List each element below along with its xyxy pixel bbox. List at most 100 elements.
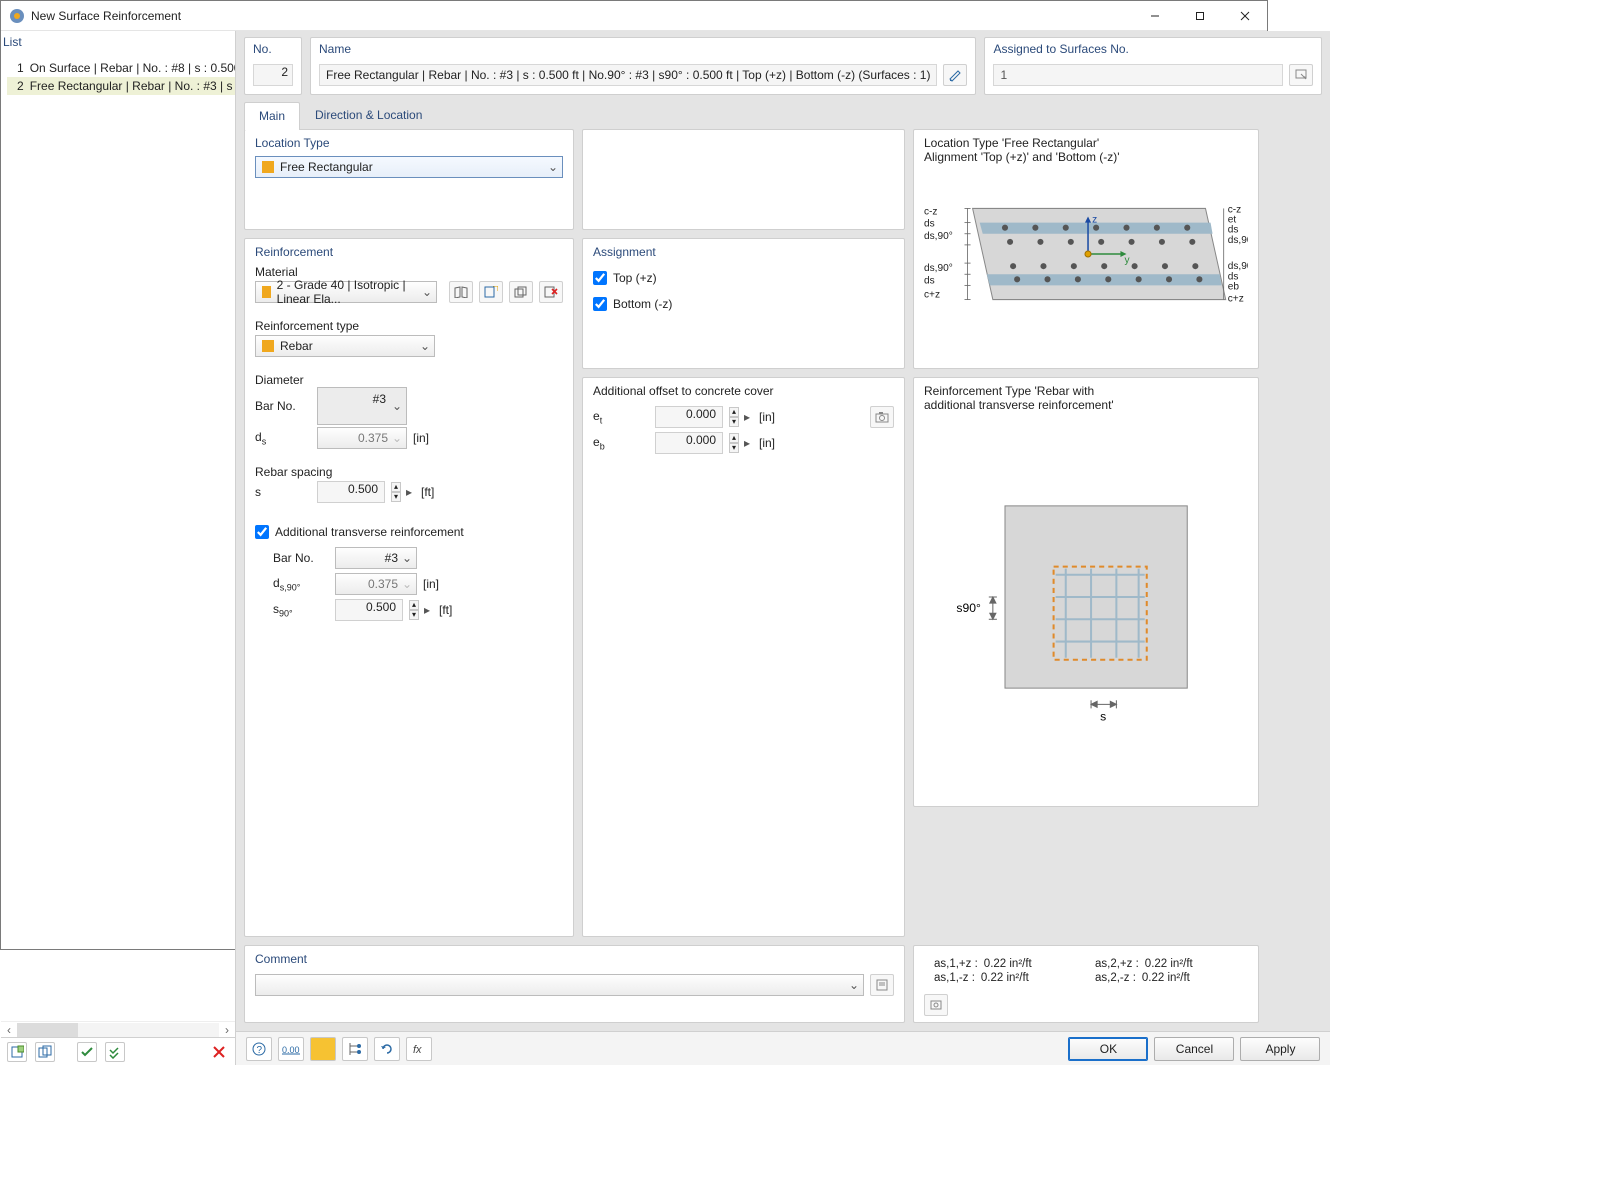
footer-tool-1[interactable]: ? — [246, 1037, 272, 1061]
ok-button[interactable]: OK — [1068, 1037, 1148, 1061]
app-icon — [9, 8, 25, 24]
pick-surface-icon — [1294, 68, 1308, 82]
material-remove-button[interactable] — [539, 281, 563, 303]
maximize-button[interactable] — [1177, 1, 1222, 31]
chevron-down-icon: ⌄ — [392, 399, 402, 413]
bottom-z-checkbox[interactable]: Bottom (-z) — [593, 291, 894, 317]
chevron-down-icon: ⌄ — [422, 285, 432, 299]
edit-pencil-icon — [948, 68, 962, 82]
spinner-s[interactable]: ▴▾▸ — [391, 481, 415, 503]
svg-text:c-z: c-z — [924, 207, 937, 218]
top-z-checkbox[interactable]: Top (+z) — [593, 265, 894, 291]
eb-input[interactable]: 0.000 — [655, 432, 723, 454]
reinforcement-title: Reinforcement — [255, 245, 563, 259]
footer-tool-5[interactable] — [374, 1037, 400, 1061]
svg-text:ds,90°: ds,90° — [1228, 235, 1248, 246]
svg-text:?: ? — [257, 1045, 263, 1056]
play-icon[interactable]: ▸ — [403, 481, 415, 503]
check-a-button[interactable] — [77, 1042, 97, 1062]
list-horizontal-scrollbar[interactable]: ‹› — [1, 1021, 235, 1037]
no-field[interactable]: 2 — [253, 64, 293, 86]
play-icon[interactable]: ▸ — [741, 406, 753, 428]
footer-tool-4[interactable] — [342, 1037, 368, 1061]
tree-icon — [347, 1041, 363, 1057]
footer-tool-6[interactable]: fx — [406, 1037, 432, 1061]
ds-value: 0.375 ⌄ — [317, 427, 407, 449]
cancel-button[interactable]: Cancel — [1154, 1037, 1234, 1061]
chevron-down-icon: ⌄ — [420, 339, 430, 353]
material-library-button[interactable] — [449, 281, 473, 303]
transverse-checkbox[interactable]: Additional transverse reinforcement — [255, 525, 464, 539]
footer-tool-2[interactable]: 0.00 — [278, 1037, 304, 1061]
svg-text:s90°: s90° — [956, 601, 981, 615]
duplicate-item-button[interactable] — [35, 1042, 55, 1062]
t-bar-no-combo[interactable]: #3 ⌄ — [335, 547, 417, 569]
comment-library-button[interactable] — [870, 974, 894, 996]
location-type-title: Location Type — [255, 136, 563, 150]
apply-button[interactable]: Apply — [1240, 1037, 1320, 1061]
window-title: New Surface Reinforcement — [31, 9, 181, 23]
swatch-icon — [316, 1042, 330, 1056]
list-item[interactable]: 2 Free Rectangular | Rebar | No. : #3 | … — [7, 77, 235, 95]
name-field[interactable]: Free Rectangular | Rebar | No. : #3 | s … — [319, 64, 937, 86]
spinner-t-s[interactable]: ▴▾▸ — [409, 599, 433, 621]
screenshot-button[interactable] — [870, 406, 894, 428]
pick-surface-button[interactable] — [1289, 64, 1313, 86]
bar-no-combo[interactable]: #3 ⌄ — [317, 387, 407, 425]
play-icon[interactable]: ▸ — [421, 599, 433, 621]
t-s-input[interactable]: 0.500 — [335, 599, 403, 621]
units-icon: 0.00 — [281, 1042, 301, 1056]
delete-item-button[interactable] — [209, 1042, 229, 1062]
spinner-et[interactable]: ▴▾▸ — [729, 406, 753, 428]
copy-results-button[interactable] — [924, 994, 948, 1016]
location-type-combo[interactable]: Free Rectangular ⌄ — [255, 156, 563, 178]
assignment-section: Assignment Top (+z) Bottom (-z) — [582, 238, 905, 369]
check-b-button[interactable] — [105, 1042, 125, 1062]
footer: ? 0.00 fx OK Cancel Apply — [236, 1031, 1330, 1065]
bar-no-label: Bar No. — [255, 399, 311, 413]
close-button[interactable] — [1222, 1, 1267, 31]
svg-text:c+z: c+z — [924, 290, 940, 301]
svg-text:ds: ds — [924, 219, 935, 230]
no-label: No. — [245, 38, 301, 60]
list-toolbar — [1, 1037, 235, 1065]
svg-text:s: s — [1100, 710, 1106, 724]
edit-name-button[interactable] — [943, 64, 967, 86]
material-copy-button[interactable] — [509, 281, 533, 303]
assign-label: Assigned to Surfaces No. — [985, 38, 1321, 60]
cross-section-diagram-icon: z y c-z ds ds,90° ds,90° ds c+z — [924, 164, 1248, 344]
material-label: Material — [255, 265, 563, 279]
material-combo[interactable]: 2 - Grade 40 | Isotropic | Linear Ela...… — [255, 281, 437, 303]
tabstrip: Main Direction & Location — [244, 101, 1322, 129]
svg-text:eb: eb — [1228, 281, 1240, 292]
refresh-icon — [379, 1041, 395, 1057]
assign-field[interactable]: 1 — [993, 64, 1283, 86]
reinf-type-combo[interactable]: Rebar ⌄ — [255, 335, 435, 357]
new-item-button[interactable] — [7, 1042, 27, 1062]
comment-combo[interactable]: ⌄ — [255, 974, 864, 996]
material-new-button[interactable] — [479, 281, 503, 303]
list-item[interactable]: 1 On Surface | Rebar | No. : #8 | s : 0.… — [7, 59, 235, 77]
minimize-button[interactable] — [1132, 1, 1177, 31]
diagram-bottom: Reinforcement Type 'Rebar with additiona… — [913, 377, 1259, 807]
titlebar: New Surface Reinforcement — [1, 1, 1267, 31]
svg-text:z: z — [1092, 215, 1097, 226]
reinf-type-label: Reinforcement type — [255, 319, 563, 333]
chevron-down-icon: ⌄ — [392, 431, 402, 445]
s-input[interactable]: 0.500 — [317, 481, 385, 503]
spinner-eb[interactable]: ▴▾▸ — [729, 432, 753, 454]
chevron-down-icon: ⌄ — [402, 551, 412, 565]
swatch-icon — [262, 286, 271, 298]
chevron-down-icon: ⌄ — [548, 160, 558, 174]
diagram-top: Location Type 'Free Rectangular' Alignme… — [913, 129, 1259, 369]
list-heading: List — [1, 31, 235, 55]
et-input[interactable]: 0.000 — [655, 406, 723, 428]
play-icon[interactable]: ▸ — [741, 432, 753, 454]
function-icon: fx — [411, 1041, 427, 1057]
swatch-icon — [262, 161, 274, 173]
tab-direction-location[interactable]: Direction & Location — [300, 101, 437, 129]
svg-text:ds: ds — [924, 275, 935, 286]
footer-tool-3[interactable] — [310, 1037, 336, 1061]
name-panel: Name Free Rectangular | Rebar | No. : #3… — [310, 37, 976, 95]
tab-main[interactable]: Main — [244, 102, 300, 130]
